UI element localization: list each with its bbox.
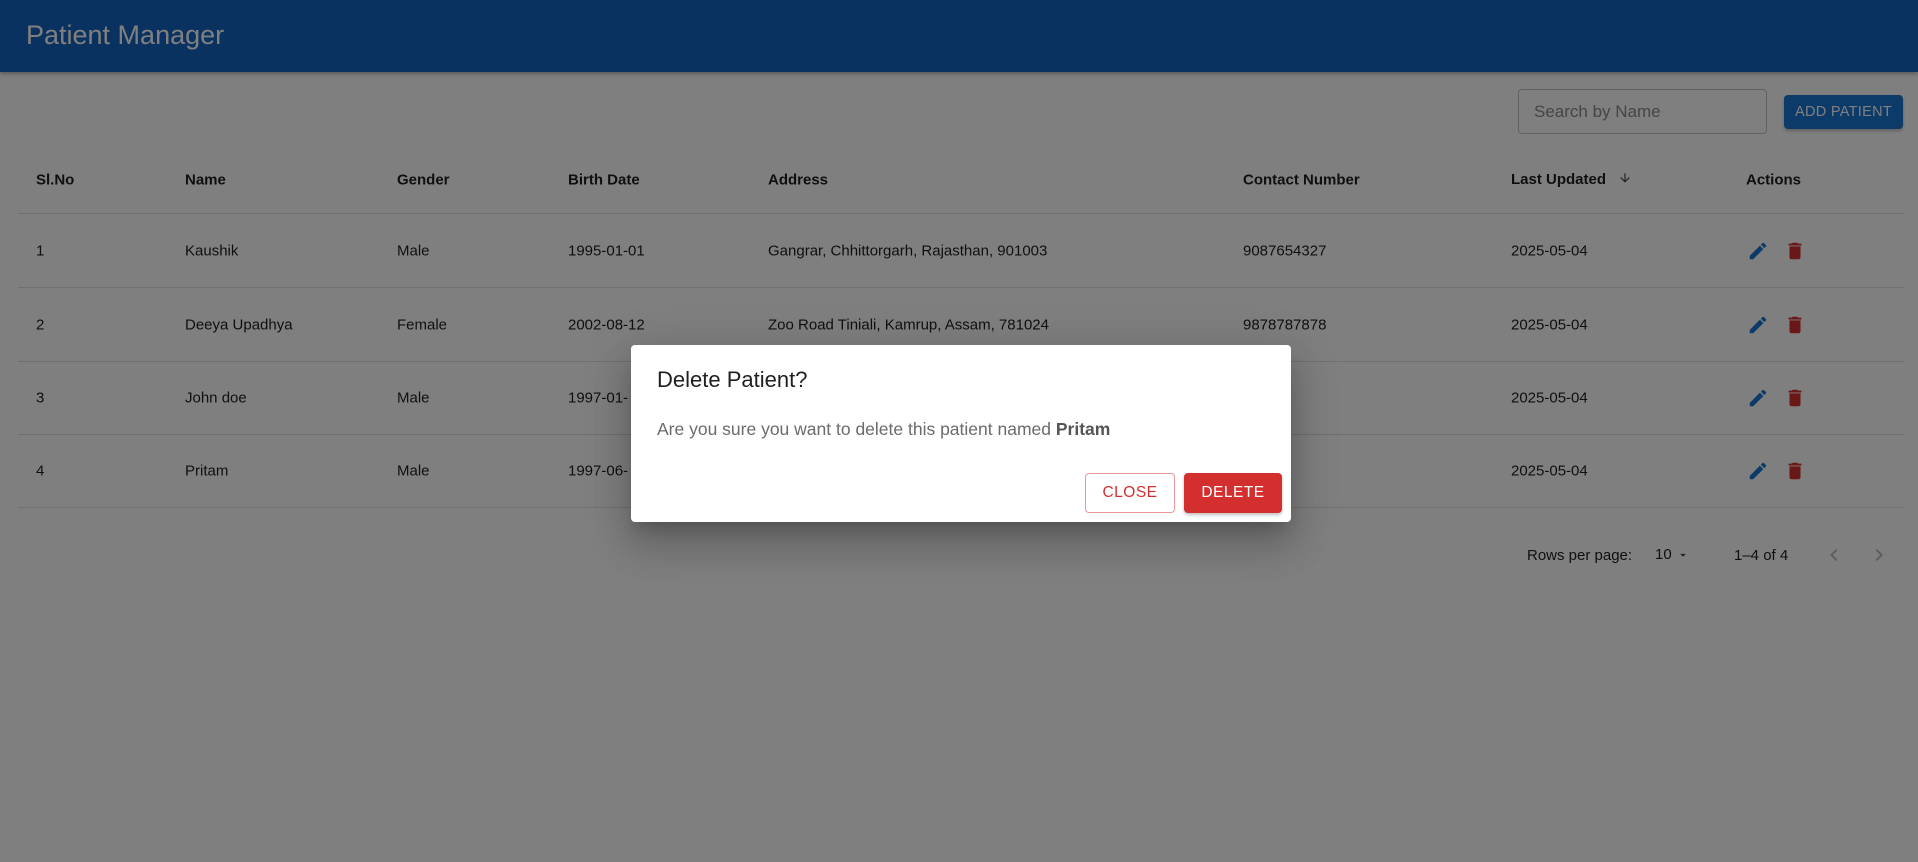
dialog-patient-name: Pritam — [1055, 419, 1111, 439]
dialog-message-text: Are you sure you want to delete this pat… — [657, 419, 1056, 439]
dialog-title: Delete Patient? — [657, 367, 808, 392]
close-button[interactable]: CLOSE — [1085, 473, 1175, 513]
delete-button[interactable]: DELETE — [1184, 473, 1282, 513]
dialog-message: Are you sure you want to delete this pat… — [657, 419, 1110, 440]
delete-dialog: Delete Patient? Are you sure you want to… — [631, 345, 1291, 522]
